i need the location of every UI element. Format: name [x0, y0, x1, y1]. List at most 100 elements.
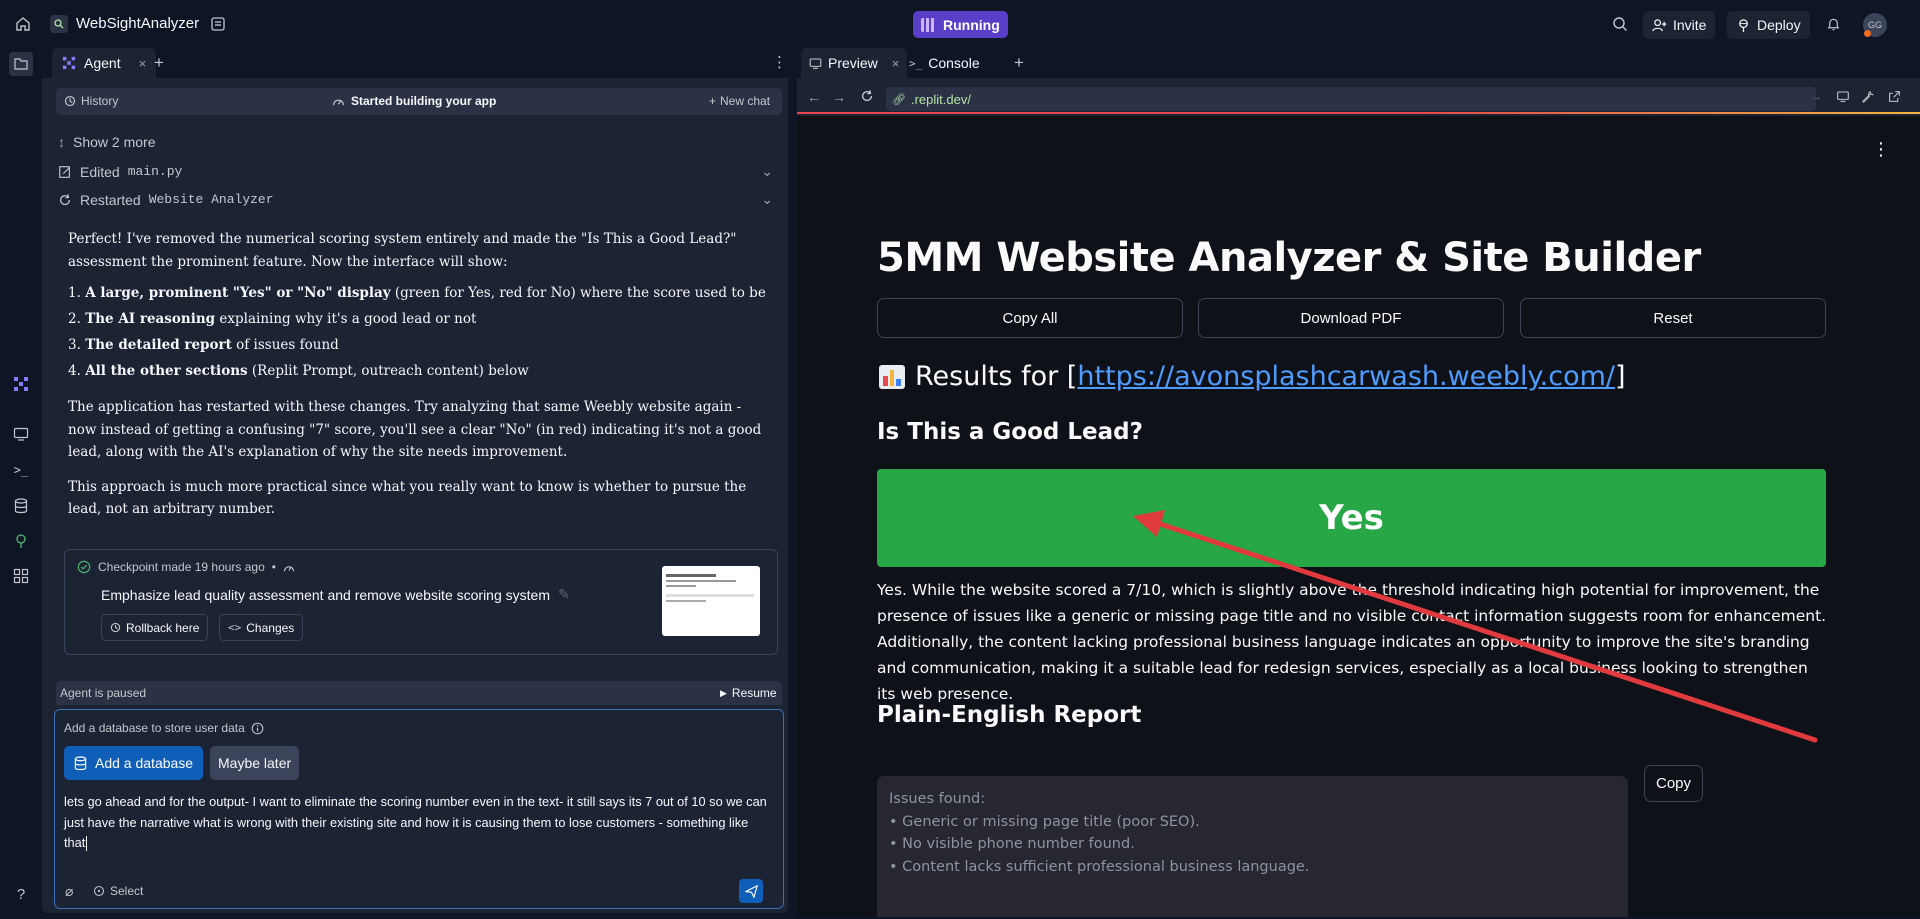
agent-rail-icon[interactable] [12, 375, 30, 393]
checkpoint-description: Emphasize lead quality assessment and re… [101, 586, 570, 603]
bar-chart-icon [879, 364, 905, 389]
devices-icon[interactable] [1836, 90, 1850, 103]
url-input[interactable]: 🔗︎ .replit.dev/ [886, 87, 1816, 111]
checkpoint-made: Checkpoint made 19 hours ago [98, 560, 265, 574]
message-para2: The application has restarted with these… [68, 399, 762, 460]
reset-button[interactable]: Reset [1520, 298, 1826, 338]
files-icon[interactable] [9, 52, 33, 76]
restarted-name: Website Analyzer [148, 192, 274, 207]
preview-tab-bar: Preview × >_ Console + [797, 48, 1920, 78]
checkpoint-thumbnail[interactable] [662, 566, 760, 636]
all-tools-icon[interactable] [12, 567, 30, 585]
resume-button[interactable]: ▶ Resume [720, 686, 777, 700]
add-database-button[interactable]: Add a database [64, 746, 204, 780]
list-item: 1. A large, prominent "Yes" or "No" disp… [68, 285, 766, 301]
app-name[interactable]: WebSightAnalyzer [76, 15, 199, 32]
kebab-menu-icon[interactable]: ⋮ [772, 53, 787, 71]
external-link-icon[interactable] [1888, 90, 1901, 103]
play-icon: ▶ [720, 687, 727, 698]
preview-rail-icon[interactable] [12, 425, 30, 443]
copy-all-button[interactable]: Copy All [877, 298, 1183, 338]
send-button[interactable] [739, 879, 763, 903]
edited-file-row[interactable]: Edited main.py ⌄ [58, 163, 773, 180]
lead-reasoning: Yes. While the website scored a 7/10, wh… [877, 581, 1827, 703]
new-chat-button[interactable]: + New chat [709, 94, 770, 108]
pencil-icon[interactable]: ✎ [558, 586, 570, 603]
paperclip-icon[interactable]: ⌀ [65, 883, 73, 900]
show-more-button[interactable]: ↕ Show 2 more [58, 134, 155, 150]
changes-button[interactable]: <> Changes [219, 614, 304, 641]
back-arrow-icon[interactable]: ← [807, 89, 821, 105]
bell-icon[interactable] [1824, 15, 1842, 33]
search-icon[interactable] [1611, 15, 1629, 33]
deploy-button[interactable]: Deploy [1727, 11, 1810, 39]
chevron-down-icon[interactable]: ⌄ [761, 163, 773, 180]
forward-arrow-icon[interactable]: → [832, 89, 846, 105]
reload-icon[interactable] [860, 89, 874, 103]
open-url-arrow-icon[interactable]: → [1811, 91, 1822, 103]
list-item: 2. The AI reasoning explaining why it's … [68, 311, 477, 327]
add-user-icon [1652, 18, 1667, 33]
deployments-rail-icon[interactable] [12, 532, 30, 550]
agent-panel: Agent × + ⋮ History Started building you… [42, 48, 788, 913]
chat-title-label: Started building your app [351, 94, 497, 108]
invite-button[interactable]: Invite [1643, 11, 1716, 39]
database-icon [74, 755, 87, 771]
close-icon[interactable]: × [892, 56, 900, 71]
home-icon[interactable] [14, 15, 32, 33]
db-prompt: Add a database to store user data [64, 721, 264, 735]
database-rail-icon[interactable] [12, 497, 30, 515]
issues-line: • Generic or missing page title (poor SE… [889, 813, 1200, 830]
separator-dot: • [271, 560, 276, 574]
history-button[interactable]: History [64, 94, 118, 108]
deploy-label: Deploy [1757, 17, 1801, 33]
show-more-label: Show 2 more [73, 134, 156, 150]
loading-bar [797, 112, 1920, 114]
results-suffix: ] [1615, 361, 1626, 392]
info-icon[interactable] [251, 722, 264, 735]
edited-prefix: Edited [80, 163, 120, 180]
copy-report-button[interactable]: Copy [1644, 765, 1703, 802]
run-status-label: Running [943, 16, 1000, 33]
results-link[interactable]: https://avonsplashcarwash.weebly.com/ [1077, 361, 1615, 392]
rollback-icon [110, 622, 121, 633]
list-item: 4. All the other sections (Replit Prompt… [68, 363, 529, 379]
tab-preview[interactable]: Preview × [801, 48, 908, 78]
download-pdf-button[interactable]: Download PDF [1198, 298, 1504, 338]
crosshair-icon [93, 885, 105, 897]
chevron-down-icon[interactable]: ⌄ [761, 191, 773, 208]
restarted-prefix: Restarted [80, 191, 141, 208]
avatar-badge-icon [1864, 30, 1871, 37]
help-icon[interactable]: ? [12, 885, 30, 903]
history-bar: History Started building your app + New … [56, 88, 782, 115]
link-icon: 🔗︎ [892, 93, 906, 106]
console-rail-icon[interactable]: >_ [12, 461, 30, 479]
lead-answer-box: Yes [877, 469, 1826, 567]
message-intro: Perfect! I've removed the numerical scor… [68, 231, 737, 270]
tab-console[interactable]: >_ Console [901, 48, 988, 78]
select-element-button[interactable]: Select [93, 884, 143, 898]
checkpoint-card: Checkpoint made 19 hours ago • Emphasize… [64, 549, 778, 655]
run-status-button[interactable]: Running [913, 11, 1008, 38]
chat-input[interactable]: lets go ahead and for the output- I want… [64, 792, 769, 854]
rollback-button[interactable]: Rollback here [101, 614, 209, 641]
close-icon[interactable]: × [139, 56, 147, 71]
invite-label: Invite [1673, 17, 1707, 33]
issues-line: • Content lacks sufficient professional … [889, 858, 1310, 875]
app-logo-icon [50, 15, 68, 33]
agent-paused-bar: Agent is paused ▶ Resume [56, 681, 782, 705]
streamlit-menu-icon[interactable]: ⋮ [1872, 139, 1890, 160]
report-textarea[interactable]: Issues found: • Generic or missing page … [877, 776, 1628, 917]
new-chat-label: New chat [720, 94, 771, 108]
tab-agent[interactable]: Agent × [52, 48, 157, 78]
app-menu-icon[interactable] [209, 15, 227, 33]
terminal-icon: >_ [909, 56, 923, 70]
new-tab-icon[interactable]: + [1014, 53, 1024, 73]
message-para3: This approach is much more practical sin… [68, 478, 747, 518]
maybe-later-button[interactable]: Maybe later [210, 746, 300, 780]
page-title: 5MM Website Analyzer & Site Builder [877, 235, 1701, 281]
wrench-icon[interactable] [1862, 90, 1875, 103]
new-tab-icon[interactable]: + [154, 53, 164, 73]
restarted-row[interactable]: Restarted Website Analyzer ⌄ [58, 191, 773, 208]
app-frame: ⋮ 5MM Website Analyzer & Site Builder Co… [797, 116, 1920, 917]
